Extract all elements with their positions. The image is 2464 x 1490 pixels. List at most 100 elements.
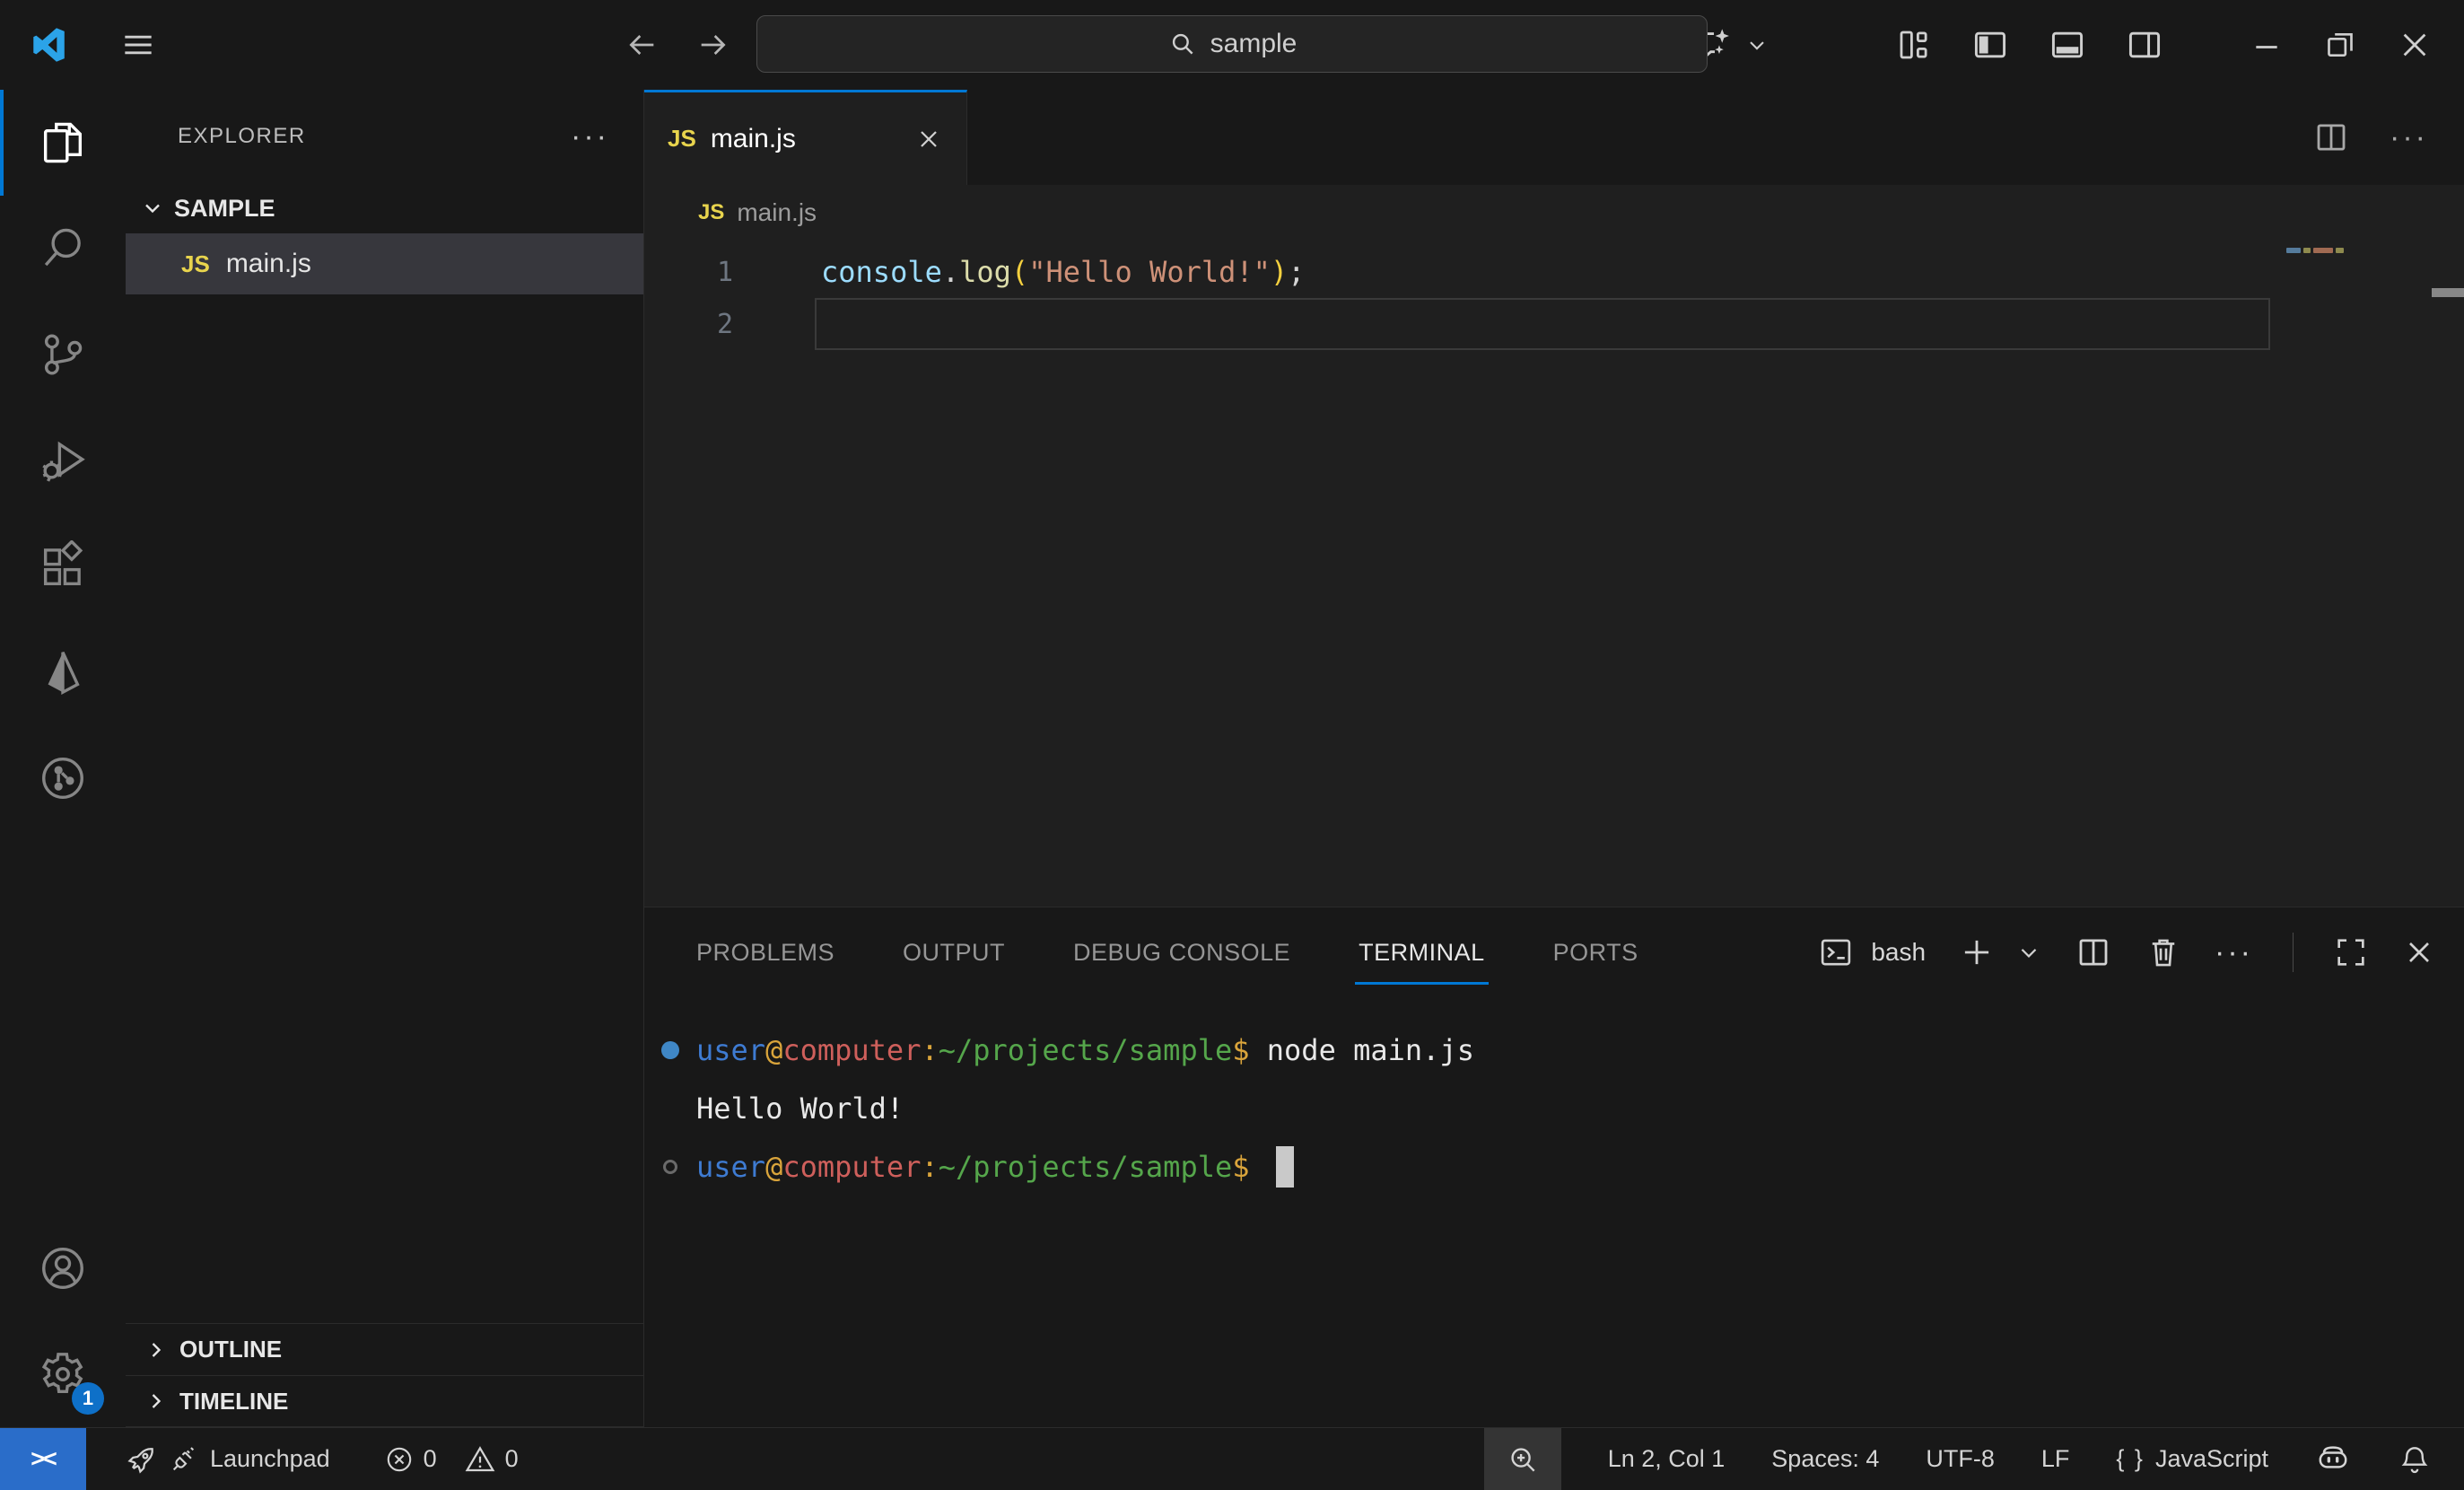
terminal-dropdown-chevron-icon[interactable]: [2015, 939, 2042, 966]
activity-bar: 1: [0, 90, 126, 1427]
status-bar: >< Launchpad: [0, 1427, 2464, 1490]
new-terminal-icon[interactable]: [1958, 933, 1996, 971]
terminal-cursor: [1276, 1146, 1294, 1188]
editor-more-actions-icon[interactable]: ···: [2390, 133, 2428, 142]
breadcrumb[interactable]: JS main.js: [644, 185, 2464, 241]
search-value: sample: [1210, 29, 1298, 59]
activity-explorer[interactable]: [0, 90, 126, 196]
timeline-label: TIMELINE: [179, 1388, 288, 1416]
back-arrow-icon[interactable]: [624, 27, 660, 63]
activity-source-control[interactable]: [0, 302, 126, 408]
tab-close-icon[interactable]: [914, 125, 943, 153]
error-icon: [384, 1444, 415, 1475]
chevron-right-icon: [144, 1337, 169, 1363]
activity-graph-extension[interactable]: [0, 725, 126, 831]
forward-arrow-icon[interactable]: [695, 27, 731, 63]
code-editor[interactable]: 1 console.log("Hello World!"); 2: [644, 241, 2464, 907]
tab-mainjs[interactable]: JS main.js: [644, 90, 967, 185]
files-icon: [37, 117, 89, 169]
panel-tab-terminal[interactable]: TERMINAL: [1359, 907, 1485, 997]
panel-more-actions-icon[interactable]: ···: [2215, 948, 2253, 957]
terminal-text: user@computer:~/projects/sample$ node ma…: [696, 1033, 1474, 1067]
language-mode[interactable]: { } JavaScript: [2116, 1445, 2268, 1473]
language-label: JavaScript: [2155, 1445, 2268, 1473]
terminal-output[interactable]: user@computer:~/projects/sample$ node ma…: [644, 997, 2464, 1427]
customize-layout-icon[interactable]: [1895, 26, 1933, 64]
title-bar: sample: [0, 0, 2464, 90]
kill-terminal-trash-icon[interactable]: [2145, 933, 2182, 971]
breadcrumb-file: main.js: [737, 198, 817, 227]
maximize-panel-icon[interactable]: [2333, 934, 2369, 970]
panel-tab-output[interactable]: OUTPUT: [903, 907, 1005, 997]
search-icon: [1167, 29, 1198, 59]
tab-label: main.js: [711, 124, 893, 154]
javascript-file-icon: JS: [668, 125, 696, 153]
terminal-text: user@computer:~/projects/sample$: [696, 1150, 1267, 1184]
launchpad-status-item[interactable]: Launchpad: [126, 1443, 330, 1476]
problems-status-item[interactable]: 0 0: [384, 1443, 519, 1476]
encoding[interactable]: UTF-8: [1926, 1445, 1995, 1473]
run-debug-icon: [37, 434, 89, 486]
panel-tab-ports[interactable]: PORTS: [1553, 907, 1638, 997]
extensions-icon: [37, 540, 89, 592]
notifications-bell-icon[interactable]: [2398, 1442, 2432, 1477]
activity-pyramid-extension[interactable]: [0, 619, 126, 725]
command-center-search[interactable]: sample: [756, 15, 1708, 73]
shell-name[interactable]: bash: [1871, 938, 1926, 967]
activity-search[interactable]: [0, 196, 126, 302]
minimize-window-icon[interactable]: [2249, 27, 2285, 63]
menu-hamburger-icon[interactable]: [118, 25, 158, 65]
plug-icon: [169, 1444, 199, 1475]
panel-tab-problems[interactable]: PROBLEMS: [696, 907, 834, 997]
cursor-position[interactable]: Ln 2, Col 1: [1608, 1445, 1726, 1473]
folder-name: SAMPLE: [174, 195, 275, 223]
close-panel-icon[interactable]: [2401, 934, 2437, 970]
chevron-down-icon: [140, 196, 165, 221]
toggle-secondary-sidebar-icon[interactable]: [2125, 25, 2164, 65]
settings-badge: 1: [72, 1382, 104, 1415]
indentation[interactable]: Spaces: 4: [1771, 1445, 1879, 1473]
activity-account[interactable]: [0, 1215, 126, 1321]
terminal-text: Hello World!: [696, 1091, 904, 1126]
overview-ruler-cursor-marker: [2432, 288, 2464, 297]
toggle-primary-sidebar-icon[interactable]: [1970, 25, 2010, 65]
activity-settings[interactable]: 1: [0, 1321, 126, 1427]
timeline-section[interactable]: TIMELINE: [126, 1375, 643, 1427]
graph-circle-icon: [37, 752, 89, 804]
activity-extensions[interactable]: [0, 513, 126, 619]
launchpad-label: Launchpad: [210, 1445, 330, 1473]
terminal-icon: [1817, 933, 1855, 971]
javascript-file-icon: JS: [698, 200, 724, 225]
outline-label: OUTLINE: [179, 1336, 282, 1363]
zoom-status-button[interactable]: [1484, 1428, 1561, 1490]
file-item-mainjs[interactable]: JS main.js: [126, 233, 643, 294]
file-name: main.js: [226, 249, 311, 279]
split-terminal-icon[interactable]: [2075, 933, 2112, 971]
explorer-more-actions-icon[interactable]: ···: [571, 132, 609, 141]
warning-count: 0: [505, 1445, 519, 1473]
vscode-window: sample: [0, 0, 2464, 1490]
close-window-icon[interactable]: [2396, 26, 2433, 64]
line-number: 1: [644, 257, 821, 288]
split-editor-icon[interactable]: [2312, 118, 2350, 156]
pyramid-icon: [37, 646, 89, 698]
eol-sequence[interactable]: LF: [2041, 1445, 2070, 1473]
toggle-panel-icon[interactable]: [2048, 25, 2087, 65]
chevron-down-icon: [1744, 32, 1769, 57]
zoom-in-icon: [1506, 1442, 1540, 1477]
minimap[interactable]: [2286, 248, 2344, 253]
javascript-file-icon: JS: [181, 250, 210, 278]
error-count: 0: [424, 1445, 437, 1473]
restore-window-icon[interactable]: [2322, 27, 2358, 63]
copilot-status-icon[interactable]: [2315, 1442, 2351, 1477]
remote-indicator[interactable]: ><: [0, 1428, 86, 1490]
bottom-panel: PROBLEMS OUTPUT DEBUG CONSOLE TERMINAL P…: [644, 907, 2464, 1427]
warning-icon: [464, 1443, 496, 1476]
activity-run-debug[interactable]: [0, 408, 126, 513]
outline-section[interactable]: OUTLINE: [126, 1323, 643, 1375]
sidebar-explorer: EXPLORER ··· SAMPLE JS main.js OUTLINE: [126, 90, 644, 1427]
panel-tab-debug-console[interactable]: DEBUG CONSOLE: [1073, 907, 1290, 997]
folder-section-sample[interactable]: SAMPLE: [126, 183, 643, 233]
command-pending-decoration: [663, 1160, 677, 1174]
rocket-icon: [126, 1443, 158, 1476]
